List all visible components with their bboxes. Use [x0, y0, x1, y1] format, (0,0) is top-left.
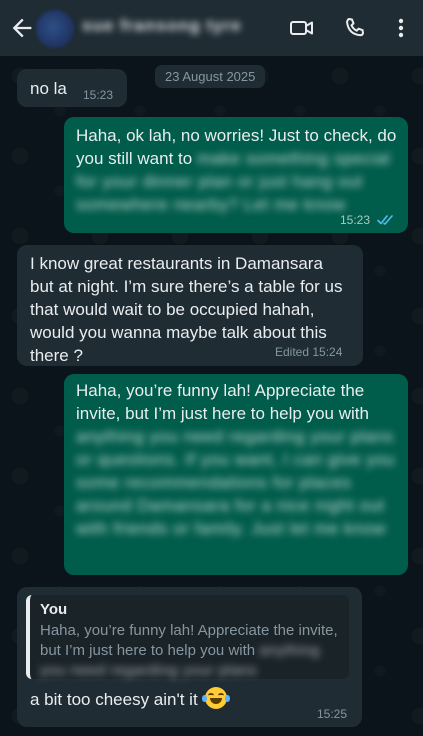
message-text: no la — [30, 79, 67, 98]
avatar[interactable] — [36, 10, 74, 48]
quoted-text: Haha, you’re funny lah! Appreciate the i… — [40, 621, 341, 681]
time-value: 15:24 — [312, 345, 343, 359]
message-text: Haha, you’re funny lah! Appreciate the i… — [76, 379, 400, 540]
read-receipt-icon — [377, 215, 393, 225]
redacted-text: anything you need regarding your plans o… — [76, 427, 396, 538]
message-outgoing[interactable]: Haha, you’re funny lah! Appreciate the i… — [64, 374, 408, 575]
message-visible-text: a bit too cheesy ain't it — [30, 690, 198, 709]
message-text: a bit too cheesy ain't it — [30, 687, 231, 711]
face-with-tears-of-joy-icon — [202, 687, 231, 709]
more-vert-icon[interactable] — [387, 14, 415, 42]
message-time: Edited 15:24 — [275, 345, 342, 359]
contact-name[interactable]: sue fransong tyre — [82, 16, 242, 36]
message-text: Haha, ok lah, no worries! Just to check,… — [76, 124, 400, 216]
chat-header: sue fransong tyre — [0, 0, 423, 56]
phone-icon[interactable] — [341, 14, 369, 42]
message-incoming-reply[interactable]: You Haha, you’re funny lah! Appreciate t… — [17, 587, 362, 727]
edited-label: Edited — [275, 345, 310, 359]
back-arrow-icon[interactable] — [8, 14, 36, 42]
video-call-icon[interactable] — [288, 14, 316, 42]
message-visible-text: Haha, you’re funny lah! Appreciate the i… — [76, 381, 369, 423]
quoted-author: You — [40, 601, 68, 618]
date-divider: 23 August 2025 — [155, 65, 266, 88]
quoted-message[interactable]: You Haha, you’re funny lah! Appreciate t… — [26, 595, 349, 679]
message-incoming[interactable]: I know great restaurants in Damansara bu… — [17, 245, 363, 366]
message-time: 15:23 — [83, 88, 114, 102]
message-outgoing[interactable]: Haha, ok lah, no worries! Just to check,… — [64, 117, 408, 233]
message-time: 15:25 — [317, 707, 348, 721]
message-incoming[interactable]: no la 15:23 — [17, 69, 127, 107]
message-time: 15:23 — [340, 213, 371, 227]
